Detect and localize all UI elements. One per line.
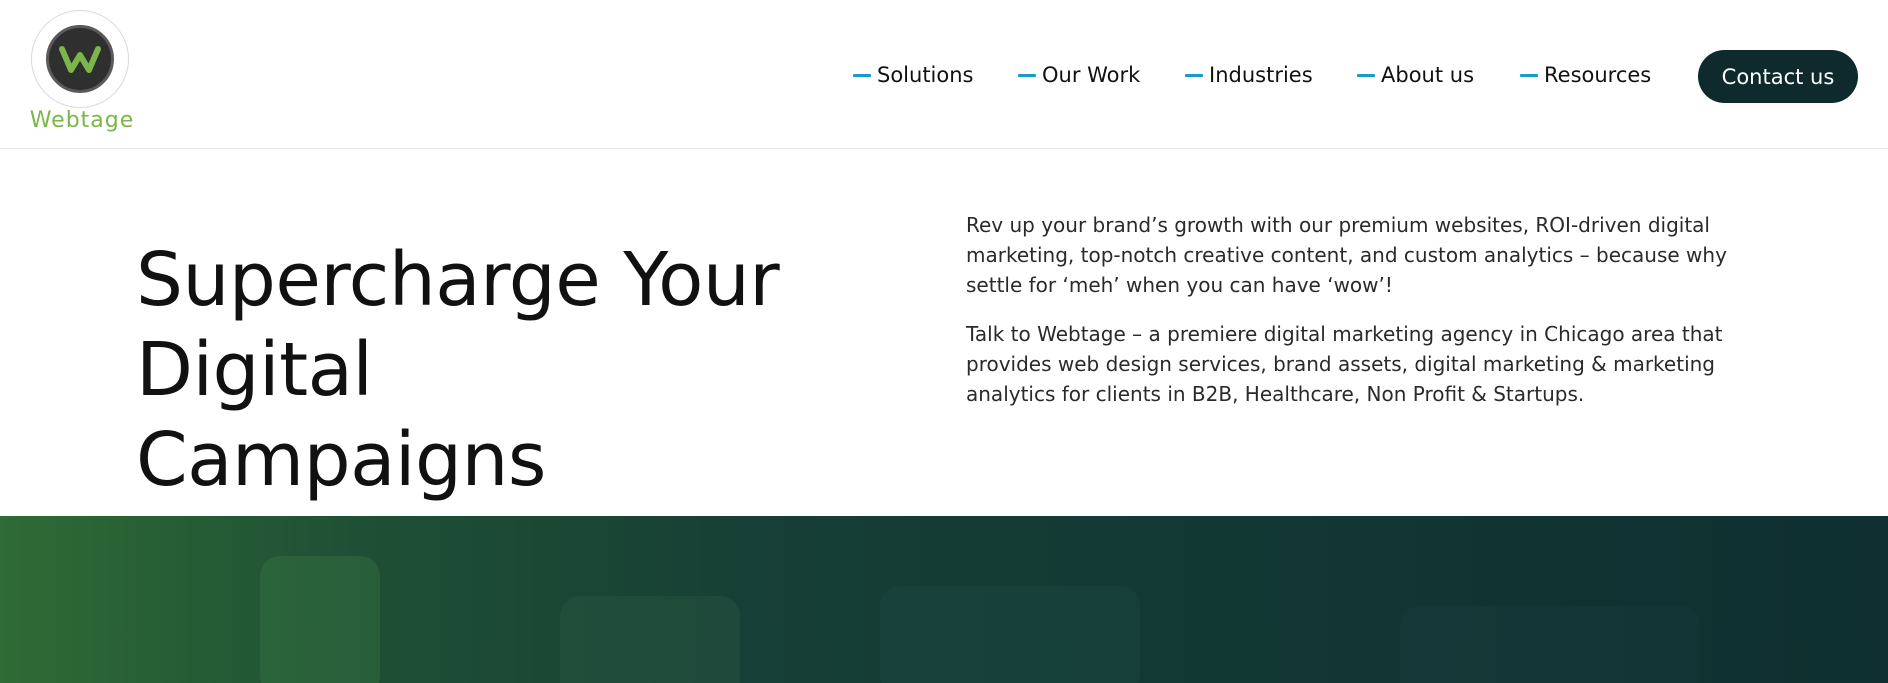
dash-icon <box>853 73 871 77</box>
blurred-shape <box>880 586 1140 683</box>
dash-icon <box>1018 73 1036 77</box>
hero-paragraph-2: Talk to Webtage – a premiere digital mar… <box>966 322 1723 406</box>
hero-title-line-1: Supercharge Your <box>136 237 780 323</box>
blurred-shape <box>1400 606 1700 683</box>
hero-paragraph-1: Rev up your brand’s growth with our prem… <box>966 213 1727 297</box>
logo-wordmark: Webtage <box>29 108 135 133</box>
nav-item-industries[interactable]: Industries <box>1185 60 1313 90</box>
w-logo-icon <box>59 46 101 73</box>
nav-item-resources[interactable]: Resources <box>1520 60 1651 90</box>
hero-description: Rev up your brand’s growth with our prem… <box>966 210 1756 428</box>
blurred-shape <box>260 556 380 683</box>
blurred-shape <box>560 596 740 683</box>
dash-icon <box>1520 73 1538 77</box>
nav-item-about-us[interactable]: About us <box>1357 60 1474 90</box>
nav-label: About us <box>1381 63 1475 87</box>
nav-label: Resources <box>1544 63 1652 87</box>
hero-title-line-2: Digital Campaigns <box>136 327 546 503</box>
dash-icon <box>1185 73 1203 77</box>
nav-label: Solutions <box>877 63 974 87</box>
dash-icon <box>1357 73 1375 77</box>
hero-title: Supercharge Your Digital Campaigns <box>136 235 796 505</box>
webtage-logo[interactable]: Webtage <box>14 10 150 136</box>
contact-us-button[interactable]: Contact us <box>1698 50 1858 103</box>
hero-image-banner <box>0 516 1888 683</box>
nav-item-our-work[interactable]: Our Work <box>1018 60 1140 90</box>
nav-label: Our Work <box>1042 63 1141 87</box>
site-header: Webtage Solutions Our Work Industries Ab… <box>0 0 1888 149</box>
nav-item-solutions[interactable]: Solutions <box>853 60 974 90</box>
page: Webtage Solutions Our Work Industries Ab… <box>0 0 1888 683</box>
nav-label: Industries <box>1209 63 1313 87</box>
